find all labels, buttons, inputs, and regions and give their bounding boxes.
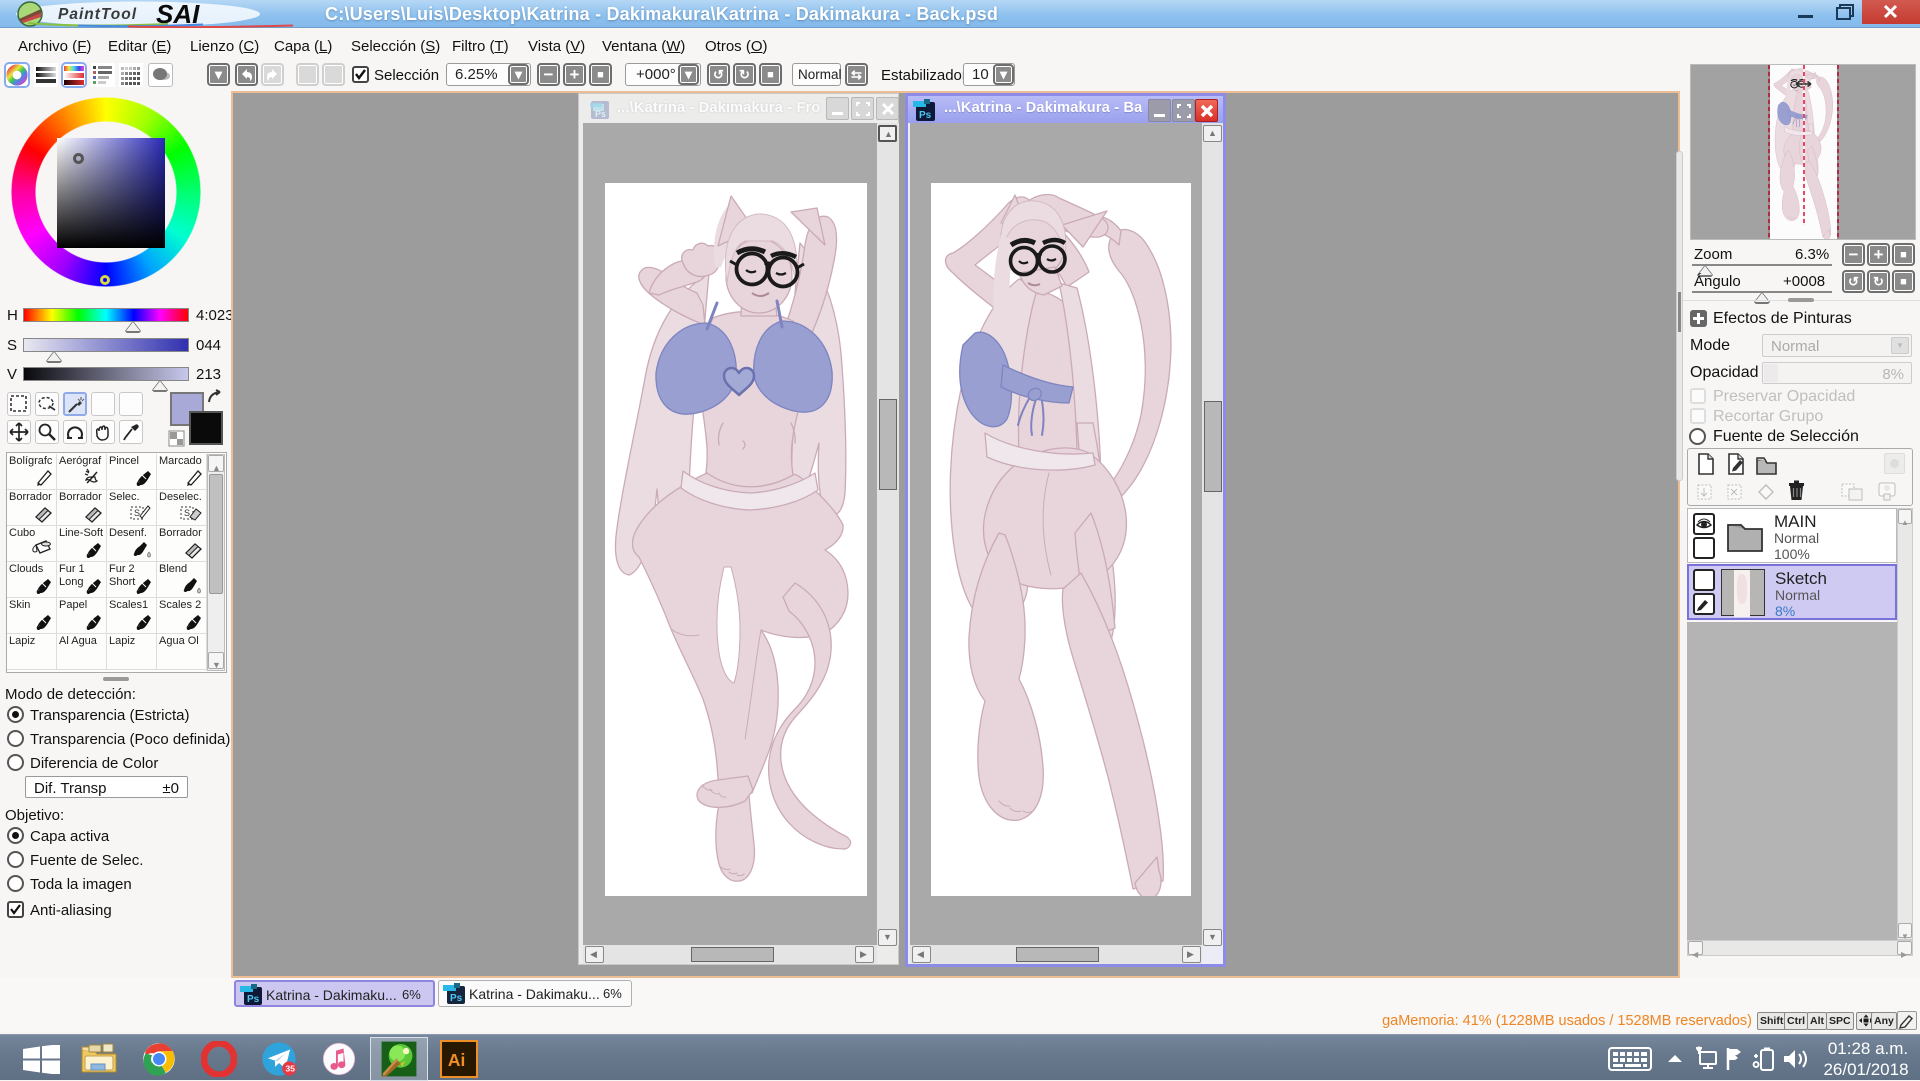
svg-text:Ps: Ps bbox=[595, 109, 606, 119]
svg-text:Ai: Ai bbox=[448, 1050, 465, 1070]
svg-text:PaintTool: PaintTool bbox=[58, 6, 137, 23]
svg-text:Ps: Ps bbox=[919, 110, 932, 121]
svg-text:S: S bbox=[184, 508, 190, 518]
svg-text:S: S bbox=[134, 508, 140, 518]
svg-text:Ps: Ps bbox=[450, 993, 463, 1004]
svg-text:35: 35 bbox=[285, 1064, 295, 1074]
svg-text:Ps: Ps bbox=[247, 994, 260, 1005]
